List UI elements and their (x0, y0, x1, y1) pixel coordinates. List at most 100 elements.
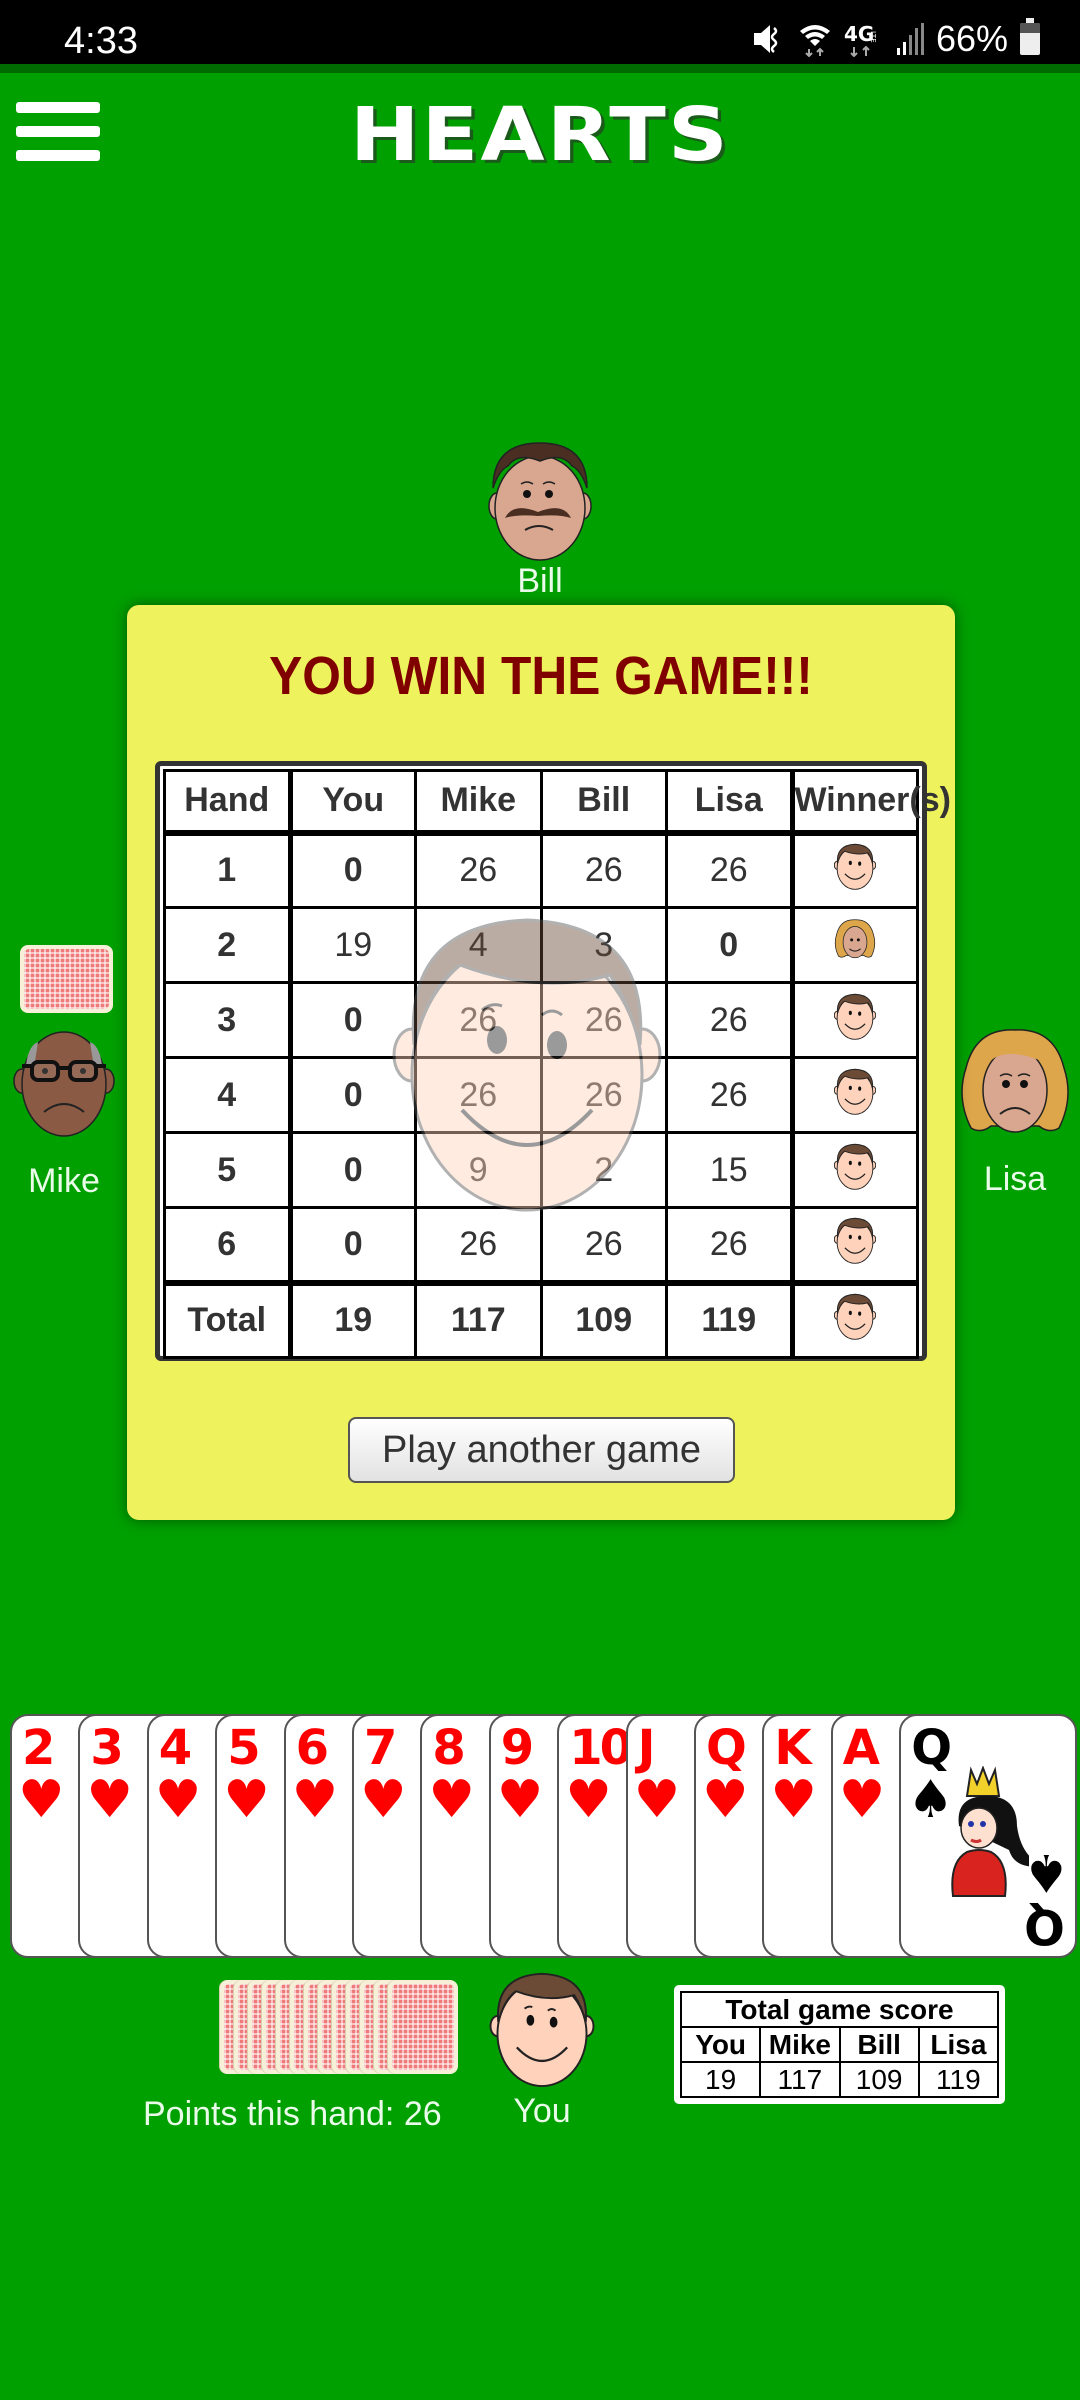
play-another-game-button[interactable]: Play another game (348, 1417, 735, 1483)
battery-icon (1020, 18, 1040, 55)
card-rank: Q (1024, 1898, 1066, 1954)
score-cell: 0 (288, 831, 417, 909)
score-cell: 26 (414, 981, 543, 1059)
total-score-value: 117 (759, 2061, 841, 2098)
score-cell: 0 (665, 906, 794, 984)
score-cell: 0 (288, 1206, 417, 1284)
4g-lte-icon: 4GLTE (844, 22, 877, 57)
card-rank: K (774, 1720, 811, 1776)
table-row: 3 0 26 26 26 (163, 981, 919, 1059)
lisa-avatar-icon (961, 1029, 1069, 1133)
you-avatar-icon (489, 1972, 595, 2088)
winner-you-icon (834, 990, 877, 1051)
card-suit-icon: ♥ (86, 1770, 134, 1830)
score-cell: 26 (414, 1056, 543, 1134)
header-divider (0, 64, 1080, 73)
total-score-names-row: You Mike Bill Lisa (679, 2026, 1000, 2063)
winner-cell (789, 831, 919, 909)
card-rank: 10 (569, 1720, 633, 1776)
score-cell: 9 (414, 1131, 543, 1209)
app-title: HEARTS (350, 92, 730, 178)
table-header-row: Hand You Mike Bill Lisa Winner(s) (163, 769, 951, 836)
status-time: 4:33 (64, 20, 138, 62)
queen-figure-icon (951, 1766, 1030, 1897)
hand-number: 5 (163, 1131, 293, 1209)
table-row: 6 0 26 26 26 (163, 1206, 919, 1284)
card-suit-icon: ♥ (565, 1770, 612, 1830)
card-rank: Q (706, 1720, 747, 1776)
score-history-table: Hand You Mike Bill Lisa Winner(s) 1 0 26 26… (155, 761, 951, 1361)
card-rank: Q (911, 1720, 952, 1776)
winner-cell (789, 906, 919, 984)
total-score-title-row: Total game score (680, 1991, 999, 2028)
score-cell: 26 (665, 1056, 794, 1134)
score-cell: 26 (539, 831, 668, 909)
total-score-title: Total game score (680, 1991, 999, 2028)
player-name-mike: Mike (28, 1162, 100, 1200)
total-game-score-box: Total game score You Mike Bill Lisa 19 1… (674, 1985, 1005, 2104)
hand-number: 3 (163, 981, 293, 1059)
card-suit-icon: ♥ (702, 1770, 749, 1830)
winner-cell (789, 981, 919, 1059)
table-row: 2 19 4 3 0 (163, 906, 919, 984)
card-suit-icon: ♥ (223, 1770, 270, 1830)
winner-cell (789, 1206, 919, 1284)
hand-number: 2 (163, 906, 293, 984)
card-suit-icon: ♥ (838, 1770, 886, 1830)
card-rank: 5 (227, 1720, 260, 1776)
card-suit-icon: ♠ (907, 1770, 954, 1830)
score-cell: 26 (414, 831, 543, 909)
card-rank: A (842, 1720, 880, 1776)
player-name-you: You (513, 2092, 571, 2130)
svg-text:LTE: LTE (869, 31, 877, 43)
total-score-player: Lisa (917, 2026, 1000, 2063)
table-row: 5 0 9 2 15 (163, 1131, 919, 1209)
score-cell: 3 (539, 906, 668, 984)
score-cell: 26 (665, 831, 794, 909)
total-cell: 117 (414, 1279, 543, 1359)
column-header: Bill (539, 769, 668, 836)
score-cell: 19 (288, 906, 417, 984)
winner-cell (789, 1056, 919, 1134)
card-rank: 7 (364, 1720, 397, 1776)
card-rank: J (637, 1720, 656, 1776)
card-suit-icon: ♥ (496, 1770, 544, 1830)
score-cell: 26 (414, 1206, 543, 1284)
table-row: 1 0 26 26 26 (163, 831, 919, 909)
card-rank: 8 (432, 1720, 465, 1776)
winner-lisa-icon (833, 914, 877, 977)
game-screen: 4:33 4G LTE 66% HEARTS Bill Mike Lisa YO… (0, 0, 1080, 2400)
card-suit-icon: ♥ (360, 1770, 407, 1830)
card-suit-icon: ♥ (633, 1770, 681, 1830)
total-score-value: 109 (838, 2061, 920, 2098)
player-hand: 2 ♥♥ ♥3 ♥♥ ♥4 ♥♥ ♥5 ♥♥ ♥6 ♥♥ ♥7 ♥♥ (0, 1714, 1080, 1960)
winner-you-icon (834, 840, 877, 901)
tricks-pile (220, 1980, 460, 2074)
points-this-hand: Points this hand: 26 (143, 2095, 442, 2133)
total-cell: 19 (288, 1279, 417, 1359)
battery-percent: 66% (935, 18, 1008, 59)
card-rank: 2 (22, 1720, 55, 1776)
mute-icon (753, 25, 778, 53)
card-suit-icon: ♥ (770, 1770, 818, 1830)
total-score-player: You (679, 2026, 762, 2063)
game-over-dialog: YOU WIN THE GAME!!! Hand You Mike Bill L… (127, 605, 955, 1520)
total-cell: 119 (665, 1279, 794, 1359)
player-name-lisa: Lisa (983, 1160, 1047, 1198)
card-suit-icon: ♠ (1022, 1842, 1070, 1902)
score-cell: 2 (539, 1131, 668, 1209)
column-header: Lisa (665, 769, 794, 836)
winner-you-icon (834, 1140, 877, 1201)
score-cell: 26 (539, 1206, 668, 1284)
signal-icon (896, 23, 924, 55)
mike-card-back (20, 945, 113, 1013)
score-cell: 0 (288, 981, 417, 1059)
score-cell: 26 (665, 1206, 794, 1284)
card-rank: 3 (90, 1720, 123, 1776)
hand-card[interactable]: Q ♠ ♠ Q (899, 1714, 1078, 1958)
card-rank: 9 (500, 1720, 534, 1776)
column-header: Hand (163, 769, 293, 836)
total-score-value: 19 (679, 2061, 762, 2098)
status-bar: 4:33 4G LTE 66% (0, 0, 1080, 64)
column-header: You (288, 769, 417, 836)
